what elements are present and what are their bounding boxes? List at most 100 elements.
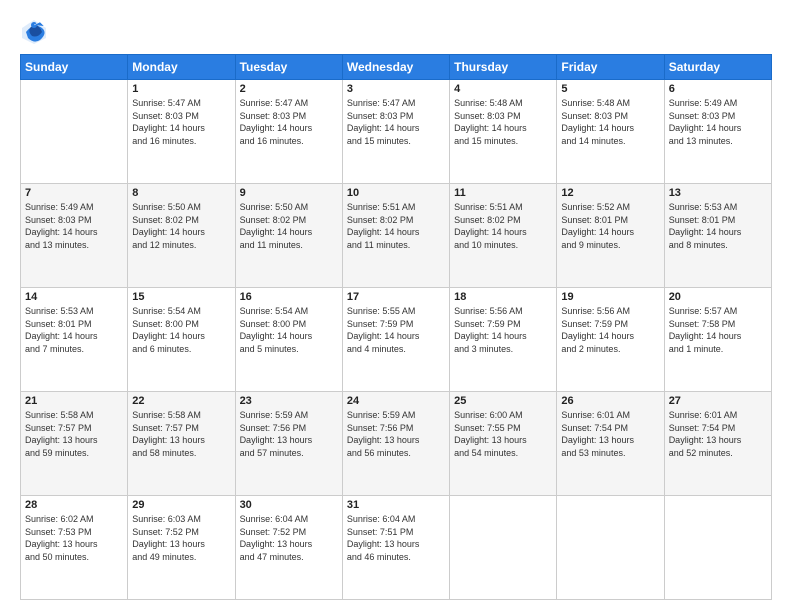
calendar-table: SundayMondayTuesdayWednesdayThursdayFrid…	[20, 54, 772, 600]
calendar-cell: 22Sunrise: 5:58 AM Sunset: 7:57 PM Dayli…	[128, 392, 235, 496]
day-number: 16	[240, 291, 338, 303]
calendar-cell	[450, 496, 557, 600]
day-info: Sunrise: 5:51 AM Sunset: 8:02 PM Dayligh…	[454, 201, 552, 251]
calendar-cell: 23 Sunrise: 5:59 AM Sunset: 7:56 PM Dayli…	[235, 392, 342, 496]
day-info: Sunrise: 5:48 AM Sunset: 8:03 PM Dayligh…	[561, 97, 659, 147]
calendar-cell: 13 Sunrise: 5:53 AM Sunset: 8:01 PM Dayli…	[664, 184, 771, 288]
day-info: Sunrise: 5:53 AM Sunset: 8:01 PM Dayligh…	[669, 201, 767, 251]
day-number: 23	[240, 395, 338, 407]
header-cell-wednesday: Wednesday	[342, 55, 449, 80]
day-info: Sunrise: 5:59 AM Sunset: 7:56 PM Dayligh…	[347, 409, 445, 459]
day-info: Sunrise: 5:57 AM Sunset: 7:58 PM Dayligh…	[669, 305, 767, 355]
calendar-cell	[557, 496, 664, 600]
calendar-body: 1Sunrise: 5:47 AM Sunset: 8:03 PM Daylig…	[21, 80, 772, 600]
day-number: 20	[669, 291, 767, 303]
calendar-cell: 17 Sunrise: 5:55 AM Sunset: 7:59 PM Dayli…	[342, 288, 449, 392]
day-info: Sunrise: 5:50 AM Sunset: 8:02 PM Dayligh…	[240, 201, 338, 251]
day-info: Sunrise: 5:51 AM Sunset: 8:02 PM Dayligh…	[347, 201, 445, 251]
calendar-cell: 12 Sunrise: 5:52 AM Sunset: 8:01 PM Dayli…	[557, 184, 664, 288]
day-number: 11	[454, 187, 552, 199]
day-info: Sunrise: 5:59 AM Sunset: 7:56 PM Dayligh…	[240, 409, 338, 459]
day-number: 17	[347, 291, 445, 303]
day-number: 5	[561, 83, 659, 95]
calendar-cell: 25 Sunrise: 6:00 AM Sunset: 7:55 PM Dayli…	[450, 392, 557, 496]
day-info: Sunrise: 5:50 AM Sunset: 8:02 PM Dayligh…	[132, 201, 230, 251]
day-number: 13	[669, 187, 767, 199]
day-number: 12	[561, 187, 659, 199]
day-number: 15	[132, 291, 230, 303]
day-number: 21	[25, 395, 123, 407]
calendar-cell: 15 Sunrise: 5:54 AM Sunset: 8:00 PM Dayli…	[128, 288, 235, 392]
day-info: Sunrise: 6:03 AM Sunset: 7:52 PM Dayligh…	[132, 513, 230, 563]
calendar-cell: 20 Sunrise: 5:57 AM Sunset: 7:58 PM Dayli…	[664, 288, 771, 392]
logo-icon	[20, 18, 48, 46]
day-info: Sunrise: 5:53 AM Sunset: 8:01 PM Dayligh…	[25, 305, 123, 355]
day-info: Sunrise: 6:04 AM Sunset: 7:52 PM Dayligh…	[240, 513, 338, 563]
day-number: 19	[561, 291, 659, 303]
day-number: 29	[132, 499, 230, 511]
calendar-cell: 4Sunrise: 5:48 AM Sunset: 8:03 PM Daylig…	[450, 80, 557, 184]
day-info: Sunrise: 5:56 AM Sunset: 7:59 PM Dayligh…	[561, 305, 659, 355]
day-number: 28	[25, 499, 123, 511]
day-number: 31	[347, 499, 445, 511]
day-info: Sunrise: 5:49 AM Sunset: 8:03 PM Dayligh…	[25, 201, 123, 251]
calendar-cell: 8Sunrise: 5:50 AM Sunset: 8:02 PM Daylig…	[128, 184, 235, 288]
day-info: Sunrise: 5:54 AM Sunset: 8:00 PM Dayligh…	[240, 305, 338, 355]
header	[20, 18, 772, 46]
day-info: Sunrise: 5:54 AM Sunset: 8:00 PM Dayligh…	[132, 305, 230, 355]
page: SundayMondayTuesdayWednesdayThursdayFrid…	[0, 0, 792, 612]
calendar-cell: 19 Sunrise: 5:56 AM Sunset: 7:59 PM Dayli…	[557, 288, 664, 392]
header-cell-saturday: Saturday	[664, 55, 771, 80]
day-number: 3	[347, 83, 445, 95]
day-info: Sunrise: 5:58 AM Sunset: 7:57 PM Dayligh…	[25, 409, 123, 459]
header-cell-thursday: Thursday	[450, 55, 557, 80]
day-info: Sunrise: 6:01 AM Sunset: 7:54 PM Dayligh…	[561, 409, 659, 459]
calendar-cell: 2Sunrise: 5:47 AM Sunset: 8:03 PM Daylig…	[235, 80, 342, 184]
day-number: 10	[347, 187, 445, 199]
calendar-cell: 31 Sunrise: 6:04 AM Sunset: 7:51 PM Dayli…	[342, 496, 449, 600]
calendar-cell: 14 Sunrise: 5:53 AM Sunset: 8:01 PM Dayli…	[21, 288, 128, 392]
calendar-cell: 7 Sunrise: 5:49 AM Sunset: 8:03 PM Daylig…	[21, 184, 128, 288]
day-number: 9	[240, 187, 338, 199]
calendar-cell: 24 Sunrise: 5:59 AM Sunset: 7:56 PM Dayli…	[342, 392, 449, 496]
day-info: Sunrise: 6:00 AM Sunset: 7:55 PM Dayligh…	[454, 409, 552, 459]
day-info: Sunrise: 6:04 AM Sunset: 7:51 PM Dayligh…	[347, 513, 445, 563]
header-cell-monday: Monday	[128, 55, 235, 80]
day-number: 27	[669, 395, 767, 407]
day-info: Sunrise: 6:02 AM Sunset: 7:53 PM Dayligh…	[25, 513, 123, 563]
header-cell-sunday: Sunday	[21, 55, 128, 80]
day-number: 14	[25, 291, 123, 303]
calendar-cell	[664, 496, 771, 600]
calendar-cell: 3 Sunrise: 5:47 AM Sunset: 8:03 PM Daylig…	[342, 80, 449, 184]
header-cell-tuesday: Tuesday	[235, 55, 342, 80]
calendar-cell: 30Sunrise: 6:04 AM Sunset: 7:52 PM Dayli…	[235, 496, 342, 600]
calendar-week-4: 21 Sunrise: 5:58 AM Sunset: 7:57 PM Dayli…	[21, 392, 772, 496]
day-info: Sunrise: 5:48 AM Sunset: 8:03 PM Dayligh…	[454, 97, 552, 147]
day-info: Sunrise: 6:01 AM Sunset: 7:54 PM Dayligh…	[669, 409, 767, 459]
calendar-cell: 1Sunrise: 5:47 AM Sunset: 8:03 PM Daylig…	[128, 80, 235, 184]
calendar-cell: 10 Sunrise: 5:51 AM Sunset: 8:02 PM Dayli…	[342, 184, 449, 288]
day-info: Sunrise: 5:52 AM Sunset: 8:01 PM Dayligh…	[561, 201, 659, 251]
day-info: Sunrise: 5:58 AM Sunset: 7:57 PM Dayligh…	[132, 409, 230, 459]
calendar-week-3: 14 Sunrise: 5:53 AM Sunset: 8:01 PM Dayli…	[21, 288, 772, 392]
day-number: 18	[454, 291, 552, 303]
calendar-cell: 29 Sunrise: 6:03 AM Sunset: 7:52 PM Dayli…	[128, 496, 235, 600]
day-number: 24	[347, 395, 445, 407]
calendar-week-2: 7 Sunrise: 5:49 AM Sunset: 8:03 PM Daylig…	[21, 184, 772, 288]
calendar-cell: 18 Sunrise: 5:56 AM Sunset: 7:59 PM Dayli…	[450, 288, 557, 392]
calendar-cell: 21 Sunrise: 5:58 AM Sunset: 7:57 PM Dayli…	[21, 392, 128, 496]
day-number: 7	[25, 187, 123, 199]
day-info: Sunrise: 5:56 AM Sunset: 7:59 PM Dayligh…	[454, 305, 552, 355]
calendar-cell: 11 Sunrise: 5:51 AM Sunset: 8:02 PM Dayli…	[450, 184, 557, 288]
day-number: 25	[454, 395, 552, 407]
calendar-cell: 27 Sunrise: 6:01 AM Sunset: 7:54 PM Dayli…	[664, 392, 771, 496]
day-info: Sunrise: 5:47 AM Sunset: 8:03 PM Dayligh…	[347, 97, 445, 147]
logo	[20, 18, 52, 46]
day-number: 6	[669, 83, 767, 95]
calendar-header: SundayMondayTuesdayWednesdayThursdayFrid…	[21, 55, 772, 80]
day-info: Sunrise: 5:55 AM Sunset: 7:59 PM Dayligh…	[347, 305, 445, 355]
calendar-cell: 28 Sunrise: 6:02 AM Sunset: 7:53 PM Dayli…	[21, 496, 128, 600]
calendar-cell: 26 Sunrise: 6:01 AM Sunset: 7:54 PM Dayli…	[557, 392, 664, 496]
day-number: 26	[561, 395, 659, 407]
day-info: Sunrise: 5:47 AM Sunset: 8:03 PM Dayligh…	[240, 97, 338, 147]
